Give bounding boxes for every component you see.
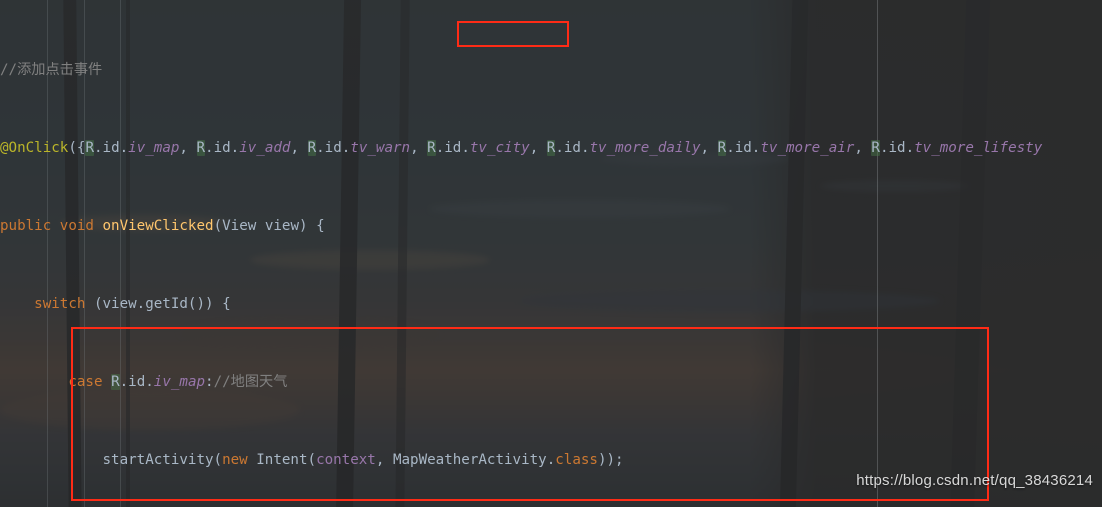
code-token: , — [410, 139, 428, 156]
code-token: R — [196, 139, 206, 156]
code-token: (view.getId()) { — [85, 295, 231, 312]
code-token: .id. — [555, 139, 590, 156]
code-token: //地图天气 — [213, 373, 288, 390]
code-line: startActivity(new Intent(context, MapWea… — [0, 451, 1102, 471]
code-token: ) { — [298, 217, 325, 234]
code-token: R — [111, 373, 120, 390]
code-token: ( — [213, 217, 223, 234]
code-token: Intent( — [247, 451, 317, 468]
code-token: .id. — [316, 139, 351, 156]
code-token: switch — [34, 295, 86, 312]
code-token: iv_map — [153, 373, 206, 390]
code-token: R — [427, 139, 436, 156]
code-text-area[interactable]: //添加点击事件 @OnClick({R.id.iv_map, R.id.iv_… — [0, 0, 1102, 507]
code-line: switch (view.getId()) { — [0, 295, 1102, 315]
code-token: .id. — [435, 139, 470, 156]
code-token: , — [179, 139, 197, 156]
code-token: .id. — [205, 139, 240, 156]
code-token: , — [290, 139, 308, 156]
code-token: class — [555, 451, 598, 468]
code-token: public — [0, 217, 52, 234]
code-token: R — [85, 139, 94, 156]
code-token: tv_more_lifesty — [914, 139, 1043, 156]
code-token: R — [307, 139, 317, 156]
code-token: , MapWeatherActivity. — [375, 451, 556, 468]
code-token: void — [59, 217, 94, 234]
code-token: ({ — [68, 139, 86, 156]
watermark-url: https://blog.csdn.net/qq_38436214 — [856, 472, 1093, 489]
code-line: //添加点击事件 — [0, 61, 1102, 81]
code-token: )); — [597, 451, 624, 468]
code-token: : — [205, 373, 214, 390]
code-line: public void onViewClicked(View view) { — [0, 217, 1102, 237]
code-line: @OnClick({R.id.iv_map, R.id.iv_add, R.id… — [0, 139, 1102, 159]
code-token: iv_add — [239, 139, 291, 156]
code-line: case R.id.iv_map://地图天气 — [0, 373, 1102, 393]
code-token: case — [68, 373, 103, 390]
code-token: onViewClicked — [102, 217, 214, 234]
code-token: .id. — [93, 139, 129, 156]
code-token: tv_warn — [350, 139, 411, 156]
code-token: startActivity( — [102, 451, 223, 468]
code-token: R — [717, 139, 727, 156]
code-token: tv_more_daily — [589, 139, 701, 156]
code-token: , — [700, 139, 718, 156]
code-token: .id. — [726, 139, 761, 156]
code-token: View view — [222, 217, 299, 234]
code-token: tv_city — [469, 139, 530, 156]
code-token: iv_map — [128, 139, 180, 156]
code-token: , — [529, 139, 547, 156]
code-token: , — [854, 139, 872, 156]
code-token: //添加点击事件 — [0, 61, 103, 78]
code-token: tv_more_air — [760, 139, 855, 156]
code-editor-screenshot: //添加点击事件 @OnClick({R.id.iv_map, R.id.iv_… — [0, 0, 1102, 507]
code-token: .id. — [119, 373, 154, 390]
code-token: new — [222, 451, 248, 468]
code-token: .id. — [879, 139, 915, 156]
code-token: R — [871, 139, 880, 156]
code-token: context — [316, 451, 376, 468]
annotation-token: @OnClick — [0, 139, 69, 156]
